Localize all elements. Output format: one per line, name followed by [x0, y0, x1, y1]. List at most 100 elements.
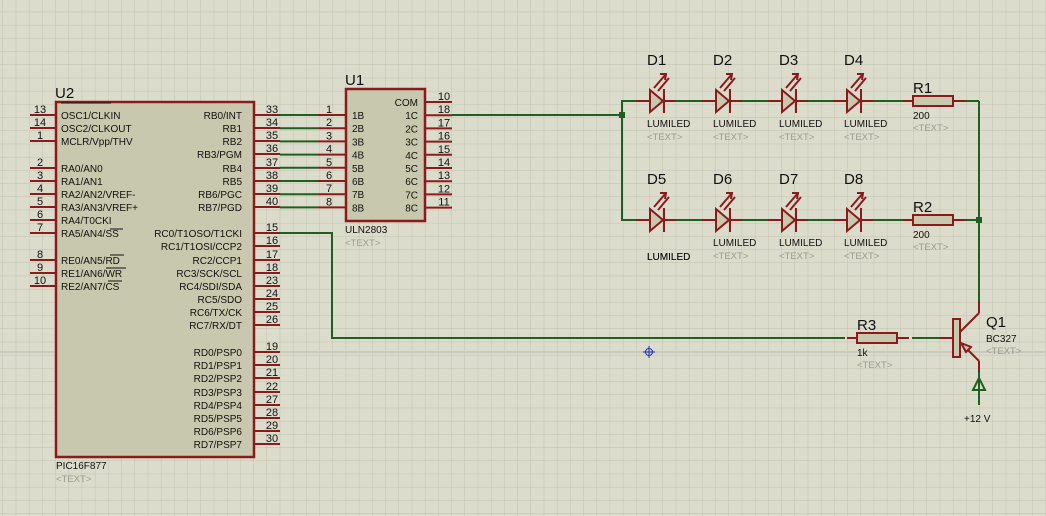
- u2-pin-number: 26: [266, 314, 278, 326]
- u2-pin-number: 8: [37, 249, 43, 261]
- u2-pin-label: RD0/PSP0: [194, 348, 243, 359]
- u1-pin-label: 7C: [405, 190, 418, 201]
- led-text-placeholder: <TEXT>: [713, 132, 749, 143]
- led-ref: D7: [779, 171, 798, 188]
- resistor-r3[interactable]: [856, 332, 898, 344]
- u2-pin-number: 16: [266, 235, 278, 247]
- u1-pin-number: 7: [326, 183, 332, 195]
- led-ref: D6: [713, 171, 732, 188]
- u2-pin-number: 1: [37, 130, 43, 142]
- u2-pin-label: RC6/TX/CK: [190, 308, 243, 319]
- led-value: LUMILED: [647, 119, 690, 130]
- u1-ref: U1: [345, 72, 364, 89]
- u2-pin-label: RD6/PSP6: [194, 427, 243, 438]
- u1-pin-number: 12: [438, 183, 450, 195]
- q1-text-placeholder: <TEXT>: [986, 346, 1022, 357]
- u2-pin-label: RB7/PGD: [198, 203, 242, 214]
- u1-pin-label: 2B: [352, 124, 365, 135]
- q1-transistor-body[interactable]: [952, 318, 961, 358]
- u2-pin-label: RB4: [223, 164, 243, 175]
- u1-pin-number: 16: [438, 131, 450, 143]
- u1-pin-label: 6C: [405, 177, 418, 188]
- resistor-ref: R2: [913, 199, 932, 216]
- resistor-value: 200: [913, 230, 930, 241]
- u1-pin-number: 4: [326, 144, 332, 156]
- u2-pin-label: RA3/AN3/VREF+: [61, 203, 138, 214]
- resistor-text-placeholder: <TEXT>: [913, 242, 949, 253]
- u2-pin-label: RC0/T1OSO/T1CKI: [154, 229, 242, 240]
- schematic-svg[interactable]: U2PIC16F877<TEXT>13OSC1/CLKIN14OSC2/CLKO…: [0, 0, 1046, 516]
- u2-pin-label: RA5/AN4/SS: [61, 229, 119, 240]
- u1-pin-label: 3B: [352, 137, 365, 148]
- u2-pin-label: RC4/SDI/SDA: [179, 282, 242, 293]
- u2-pin-label: RE1/AN6/WR: [61, 269, 122, 280]
- led-value: LUMILED: [779, 238, 822, 249]
- led-text-placeholder: <TEXT>: [844, 132, 880, 143]
- u2-pin-number: 27: [266, 394, 278, 406]
- power-label: +12 V: [964, 414, 991, 425]
- u2-pin-number: 3: [37, 170, 43, 182]
- u2-pin-number: 20: [266, 354, 278, 366]
- led-value: LUMILED: [713, 238, 756, 249]
- u2-pin-label: RD7/PSP7: [194, 440, 243, 451]
- u2-pin-label: OSC2/CLKOUT: [61, 124, 132, 135]
- u1-pin-label: 5C: [405, 164, 418, 175]
- u1-pin-label: 8B: [352, 203, 365, 214]
- resistor-ref: R3: [857, 317, 876, 334]
- led-ref: D3: [779, 52, 798, 69]
- u2-pin-number: 36: [266, 143, 278, 155]
- u2-pin-label: RD5/PSP5: [194, 414, 243, 425]
- led-text-placeholder: <TEXT>: [779, 132, 815, 143]
- schematic-canvas[interactable]: U2 PIC16F877 <TEXT> 13 OSC1/CLKIN 14 OSC2/CLKO…: [0, 0, 1046, 516]
- u1-pin-number: 6: [326, 170, 332, 182]
- u2-pin-number: 39: [266, 183, 278, 195]
- resistor-text-placeholder: <TEXT>: [857, 360, 893, 371]
- u2-pin-label: RB3/PGM: [197, 150, 242, 161]
- q1-ref: Q1: [986, 314, 1006, 331]
- u2-pin-label: RD3/PSP3: [194, 388, 243, 399]
- resistor-r1[interactable]: [912, 95, 954, 107]
- u1-pin-label: 2C: [405, 124, 418, 135]
- u2-pin-number: 10: [34, 275, 46, 287]
- u2-pin-number: 19: [266, 341, 278, 353]
- u1-text-placeholder: <TEXT>: [345, 238, 381, 249]
- u2-pin-number: 23: [266, 275, 278, 287]
- u2-pin-label: RA1/AN1: [61, 177, 103, 188]
- u2-pin-number: 9: [37, 262, 43, 274]
- u2-ref: U2: [55, 85, 74, 102]
- u2-value: PIC16F877: [56, 461, 107, 472]
- q1-value: BC327: [986, 334, 1017, 345]
- u1-pin-label: 1C: [405, 111, 418, 122]
- junction-dot: [619, 112, 625, 118]
- led-value: LUMILED: [844, 238, 887, 249]
- u2-pin-label: RE0/AN5/RD: [61, 256, 120, 267]
- resistor-value: 1k: [857, 348, 869, 359]
- u2-pin-label: RE2/AN7/CS: [61, 282, 120, 293]
- u2-pin-number: 35: [266, 130, 278, 142]
- u2-pin-label: RC2/CCP1: [193, 256, 243, 267]
- u2-pin-number: 37: [266, 157, 278, 169]
- u2-pin-number: 7: [37, 222, 43, 234]
- u2-pin-number: 34: [266, 117, 278, 129]
- u2-pin-number: 17: [266, 249, 278, 261]
- u2-pin-number: 30: [266, 433, 278, 445]
- u2-pin-number: 38: [266, 170, 278, 182]
- u1-pin-number: 2: [326, 117, 332, 129]
- led-text-overlap: LUMILED: [647, 252, 690, 263]
- u2-text-placeholder: <TEXT>: [56, 474, 92, 485]
- u2-pin-label: RA2/AN2/VREF-: [61, 190, 135, 201]
- u2-pin-label: RD2/PSP2: [194, 374, 243, 385]
- u2-pin-label: RB6/PGC: [198, 190, 242, 201]
- u2-pin-label: RA4/T0CKI: [61, 216, 112, 227]
- led-ref: D4: [844, 52, 863, 69]
- u1-pin-number: 5: [326, 157, 332, 169]
- u2-pin-label: RB0/INT: [204, 111, 242, 122]
- u2-pin-number: 14: [34, 117, 46, 129]
- u2-pin-label: MCLR/Vpp/THV: [61, 137, 133, 148]
- u1-pin-label: 4C: [405, 151, 418, 162]
- u1-pin-number: 10: [438, 91, 450, 103]
- u1-pin-label: 7B: [352, 190, 365, 201]
- u2-pin-label: RC5/SDO: [198, 295, 243, 306]
- u2-pin-label: RA0/AN0: [61, 164, 103, 175]
- resistor-r2[interactable]: [912, 214, 954, 226]
